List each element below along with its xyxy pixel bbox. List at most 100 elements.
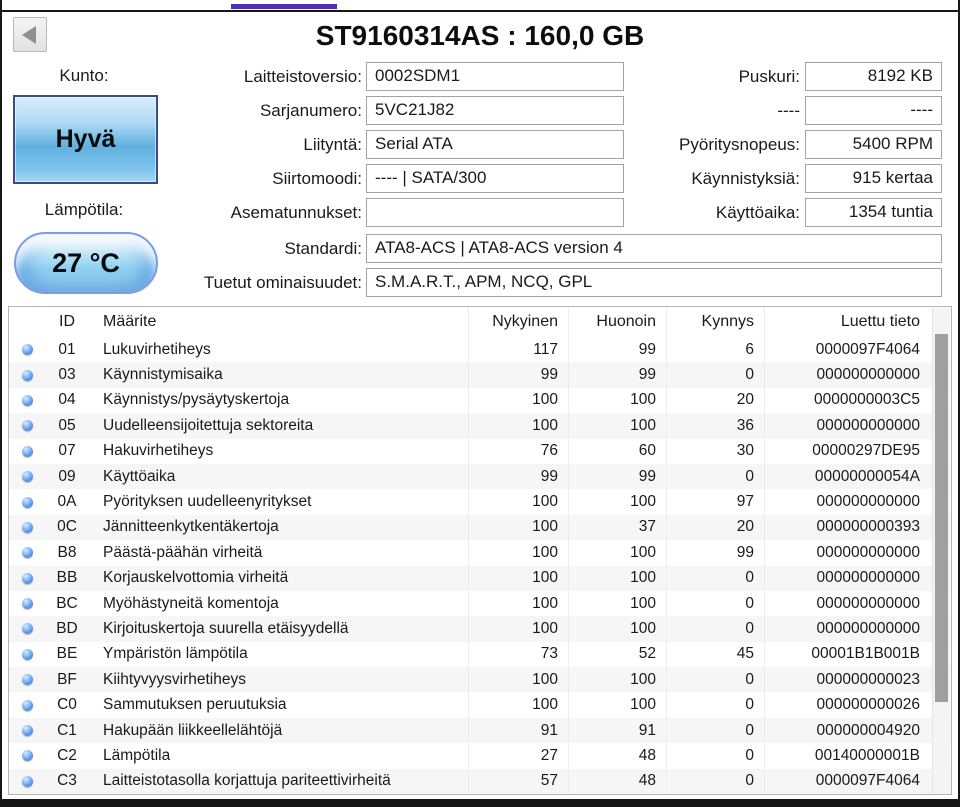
attribute-name: Laitteistotasolla korjattuja pariteettiv… [89,772,468,790]
table-row[interactable]: 09 Käyttöaika 99 99 0 00000000054A [9,464,951,489]
attribute-name: Kirjoituskertoja suurella etäisyydellä [89,620,468,638]
id-column-header[interactable]: ID [45,313,89,331]
table-row[interactable]: 05 Uudelleensijoitettuja sektoreita 100 … [9,413,951,438]
attribute-threshold-value: 0 [666,692,764,717]
attribute-worst-value: 100 [568,692,666,717]
field-interface-value: Serial ATA [366,130,624,159]
status-ok-icon [22,776,33,787]
field-rotation-rate-label: Pyöritysnopeus: [679,130,800,159]
attribute-threshold-value: 45 [666,642,764,667]
table-row[interactable]: 0A Pyörityksen uudelleenyritykset 100 10… [9,489,951,514]
attribute-current-value: 91 [468,718,568,743]
worst-column-header[interactable]: Huonoin [568,307,666,337]
attribute-threshold-value: 0 [666,591,764,616]
status-ok-icon [22,522,33,533]
field-power-on-count-label: Käynnistyksiä: [691,164,800,193]
attribute-threshold-value: 0 [666,566,764,591]
table-row[interactable]: 03 Käynnistymisaika 99 99 0 000000000000 [9,362,951,387]
raw-column-header[interactable]: Luettu tieto [764,307,934,337]
attribute-raw-value: 000000000000 [764,566,934,591]
attribute-worst-value: 100 [568,413,666,438]
scrollbar-thumb[interactable] [935,334,948,702]
attribute-threshold-value: 0 [666,616,764,641]
field-transfer-mode-value: ---- | SATA/300 [366,164,624,193]
table-row[interactable]: BB Korjauskelvottomia virheitä 100 100 0… [9,566,951,591]
attribute-name: Kiihtyvyysvirhetiheys [89,671,468,689]
smart-attributes-table: ID Määrite Nykyinen Huonoin Kynnys Luett… [8,306,952,795]
table-row[interactable]: 04 Käynnistys/pysäytyskertoja 100 100 20… [9,388,951,413]
status-ok-icon [22,573,33,584]
attribute-raw-value: 000000000026 [764,692,934,717]
attribute-id: 03 [45,366,89,384]
attribute-id: 0C [45,518,89,536]
drive-tab-indicator[interactable] [231,4,337,9]
table-row[interactable]: BD Kirjoituskertoja suurella etäisyydell… [9,616,951,641]
vertical-scrollbar[interactable] [932,308,950,793]
drive-tab-strip [0,0,960,12]
attribute-column-header[interactable]: Määrite [89,313,468,331]
table-row[interactable]: B8 Päästä-päähän virheitä 100 100 99 000… [9,540,951,565]
table-row[interactable]: C1 Hakupään liikkeellelähtöjä 91 91 0 00… [9,718,951,743]
attribute-id: BC [45,595,89,613]
attribute-id: 0A [45,493,89,511]
attribute-worst-value: 100 [568,566,666,591]
temperature-badge[interactable]: 27 °C [14,232,158,294]
field-drive-letters-label: Asematunnukset: [231,198,362,227]
table-row[interactable]: C3 Laitteistotasolla korjattuja pariteet… [9,769,951,794]
attribute-threshold-value: 0 [666,667,764,692]
field-power-on-count-value: 915 kertaa [805,164,942,193]
status-column-header[interactable] [9,307,45,337]
attribute-worst-value: 99 [568,464,666,489]
table-row[interactable]: BF Kiihtyvyysvirhetiheys 100 100 0 00000… [9,667,951,692]
attribute-worst-value: 99 [568,362,666,387]
attribute-id: 04 [45,391,89,409]
status-ok-icon [22,395,33,406]
table-row[interactable]: C2 Lämpötila 27 48 0 00140000001B [9,743,951,768]
threshold-column-header[interactable]: Kynnys [666,307,764,337]
health-label: Kunto: [13,66,155,86]
status-ok-icon [22,674,33,685]
attribute-threshold-value: 0 [666,718,764,743]
field-power-on-hours-label: Käyttöaika: [716,198,800,227]
attribute-raw-value: 000000004920 [764,718,934,743]
attribute-current-value: 27 [468,743,568,768]
attribute-current-value: 100 [468,413,568,438]
attribute-raw-value: 00140000001B [764,743,934,768]
attribute-raw-value: 000000000000 [764,540,934,565]
attribute-worst-value: 60 [568,439,666,464]
attribute-name: Käynnistymisaika [89,366,468,384]
attribute-worst-value: 100 [568,388,666,413]
status-ok-icon [22,750,33,761]
field-rotation-rate-value: 5400 RPM [805,130,942,159]
attribute-current-value: 57 [468,769,568,794]
health-status-button[interactable]: Hyvä [13,95,158,184]
current-column-header[interactable]: Nykyinen [468,307,568,337]
status-ok-icon [22,370,33,381]
attribute-id: C1 [45,722,89,740]
attribute-worst-value: 100 [568,616,666,641]
table-row[interactable]: C0 Sammutuksen peruutuksia 100 100 0 000… [9,692,951,717]
attribute-name: Myöhästyneitä komentoja [89,595,468,613]
temperature-value: 27 °C [52,248,120,279]
attribute-worst-value: 100 [568,540,666,565]
attribute-current-value: 99 [468,464,568,489]
table-row[interactable]: BE Ympäristön lämpötila 73 52 45 00001B1… [9,642,951,667]
table-row[interactable]: 01 Lukuvirhetiheys 117 99 6 0000097F4064 [9,337,951,362]
attribute-name: Hakupään liikkeellelähtöjä [89,722,468,740]
attribute-id: C2 [45,747,89,765]
attribute-worst-value: 100 [568,667,666,692]
attribute-raw-value: 000000000393 [764,515,934,540]
smart-table-body: 01 Lukuvirhetiheys 117 99 6 0000097F4064… [9,337,951,794]
attribute-current-value: 100 [468,388,568,413]
drive-info-panel: ST9160314AS : 160,0 GB Kunto: Hyvä Lämpö… [0,12,960,306]
table-row[interactable]: 0C Jännitteenkytkentäkertoja 100 37 20 0… [9,515,951,540]
attribute-name: Lämpötila [89,747,468,765]
field-features-value: S.M.A.R.T., APM, NCQ, GPL [366,268,942,297]
field-standard-label: Standardi: [285,234,363,263]
field-unknown-value: ---- [805,96,942,125]
attribute-current-value: 100 [468,489,568,514]
table-row[interactable]: 07 Hakuvirhetiheys 76 60 30 00000297DE95 [9,439,951,464]
table-row[interactable]: BC Myöhästyneitä komentoja 100 100 0 000… [9,591,951,616]
field-serial-value: 5VC21J82 [366,96,624,125]
status-ok-icon [22,623,33,634]
